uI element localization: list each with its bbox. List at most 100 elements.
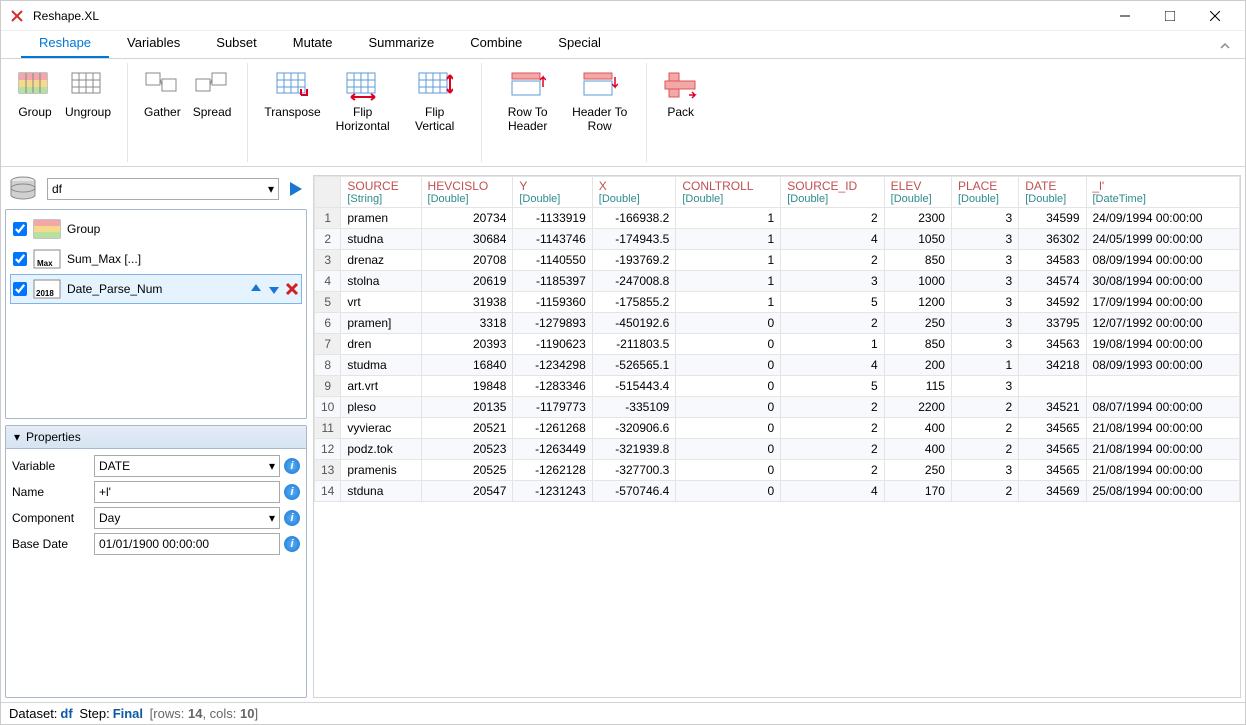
cell[interactable]: 34583: [1019, 250, 1086, 271]
cell[interactable]: -247008.8: [592, 271, 676, 292]
cell[interactable]: 0: [676, 355, 781, 376]
cell[interactable]: 24/05/1999 00:00:00: [1086, 229, 1240, 250]
rowtoheader-button[interactable]: Row To Header: [492, 63, 564, 162]
column-header[interactable]: SOURCE_ID[Double]: [781, 177, 884, 208]
cell[interactable]: -526565.1: [592, 355, 676, 376]
cell[interactable]: -1133919: [513, 208, 592, 229]
cell[interactable]: 2: [781, 439, 884, 460]
cell[interactable]: 20523: [421, 439, 513, 460]
cell[interactable]: 08/09/1993 00:00:00: [1086, 355, 1240, 376]
column-header[interactable]: HEVCISLO[Double]: [421, 177, 513, 208]
cell[interactable]: 2: [781, 397, 884, 418]
cell[interactable]: 3: [951, 460, 1018, 481]
cell[interactable]: 24/09/1994 00:00:00: [1086, 208, 1240, 229]
cell[interactable]: 20393: [421, 334, 513, 355]
prop-name-input[interactable]: +l': [94, 481, 280, 503]
cell[interactable]: 20135: [421, 397, 513, 418]
tab-reshape[interactable]: Reshape: [21, 29, 109, 58]
cell[interactable]: pramen]: [341, 313, 421, 334]
move-up-icon[interactable]: [249, 282, 263, 296]
cell[interactable]: 0: [676, 334, 781, 355]
cell[interactable]: 34569: [1019, 481, 1086, 502]
cell[interactable]: 3: [781, 271, 884, 292]
cell[interactable]: 0: [676, 313, 781, 334]
cell[interactable]: 0: [676, 460, 781, 481]
cell[interactable]: 0: [676, 439, 781, 460]
spread-button[interactable]: Spread: [187, 63, 238, 162]
cell[interactable]: [1086, 376, 1240, 397]
column-header[interactable]: X[Double]: [592, 177, 676, 208]
cell[interactable]: -321939.8: [592, 439, 676, 460]
prop-variable-select[interactable]: DATE▾: [94, 455, 280, 477]
step-checkbox[interactable]: [13, 222, 27, 236]
column-header[interactable]: Y[Double]: [513, 177, 592, 208]
cell[interactable]: 21/08/1994 00:00:00: [1086, 418, 1240, 439]
tab-summarize[interactable]: Summarize: [351, 29, 453, 58]
cell[interactable]: studma: [341, 355, 421, 376]
info-icon[interactable]: i: [284, 536, 300, 552]
tab-special[interactable]: Special: [540, 29, 619, 58]
cell[interactable]: 2: [781, 208, 884, 229]
cell[interactable]: 1: [781, 334, 884, 355]
cell[interactable]: 20619: [421, 271, 513, 292]
column-header[interactable]: PLACE[Double]: [951, 177, 1018, 208]
cell[interactable]: -193769.2: [592, 250, 676, 271]
cell[interactable]: 1: [676, 271, 781, 292]
cell[interactable]: 250: [884, 313, 951, 334]
cell[interactable]: 33795: [1019, 313, 1086, 334]
cell[interactable]: 4: [781, 229, 884, 250]
cell[interactable]: 0: [676, 376, 781, 397]
table-row[interactable]: 14stduna20547-1231243-570746.40417023456…: [315, 481, 1240, 502]
cell[interactable]: 17/09/1994 00:00:00: [1086, 292, 1240, 313]
cell[interactable]: 400: [884, 439, 951, 460]
cell[interactable]: 34592: [1019, 292, 1086, 313]
cell[interactable]: 2: [781, 313, 884, 334]
step-checkbox[interactable]: [13, 252, 27, 266]
cell[interactable]: -320906.6: [592, 418, 676, 439]
table-row[interactable]: 13pramenis20525-1262128-327700.302250334…: [315, 460, 1240, 481]
table-row[interactable]: 6pramen]3318-1279893-450192.602250333795…: [315, 313, 1240, 334]
fliph-button[interactable]: Flip Horizontal: [327, 63, 399, 162]
cell[interactable]: -1140550: [513, 250, 592, 271]
cell[interactable]: 3: [951, 334, 1018, 355]
cell[interactable]: 2200: [884, 397, 951, 418]
properties-header[interactable]: ▾ Properties: [6, 426, 306, 449]
cell[interactable]: vyvierac: [341, 418, 421, 439]
cell[interactable]: 1: [676, 229, 781, 250]
cell[interactable]: 20734: [421, 208, 513, 229]
table-row[interactable]: 10pleso20135-1179773-3351090222002345210…: [315, 397, 1240, 418]
cell[interactable]: 20521: [421, 418, 513, 439]
cell[interactable]: studna: [341, 229, 421, 250]
headertorow-button[interactable]: Header To Row: [564, 63, 636, 162]
cell[interactable]: 34565: [1019, 439, 1086, 460]
cell[interactable]: 2: [951, 418, 1018, 439]
cell[interactable]: -515443.4: [592, 376, 676, 397]
cell[interactable]: 2: [951, 481, 1018, 502]
cell[interactable]: drenaz: [341, 250, 421, 271]
cell[interactable]: -335109: [592, 397, 676, 418]
cell[interactable]: 0: [676, 418, 781, 439]
cell[interactable]: 4: [781, 481, 884, 502]
table-row[interactable]: 3drenaz20708-1140550-193769.212850334583…: [315, 250, 1240, 271]
info-icon[interactable]: i: [284, 458, 300, 474]
table-row[interactable]: 5vrt31938-1159360-175855.215120033459217…: [315, 292, 1240, 313]
column-header[interactable]: _l'[DateTime]: [1086, 177, 1240, 208]
step-checkbox[interactable]: [13, 282, 27, 296]
cell[interactable]: 3: [951, 229, 1018, 250]
group-button[interactable]: Group: [11, 63, 59, 162]
transpose-button[interactable]: Transpose: [258, 63, 326, 162]
cell[interactable]: -1185397: [513, 271, 592, 292]
cell[interactable]: 2: [781, 250, 884, 271]
cell[interactable]: 20547: [421, 481, 513, 502]
gather-button[interactable]: Gather: [138, 63, 187, 162]
cell[interactable]: -175855.2: [592, 292, 676, 313]
cell[interactable]: 08/09/1994 00:00:00: [1086, 250, 1240, 271]
cell[interactable]: 0: [676, 397, 781, 418]
cell[interactable]: 34563: [1019, 334, 1086, 355]
info-icon[interactable]: i: [284, 510, 300, 526]
run-button[interactable]: [285, 178, 307, 200]
cell[interactable]: 850: [884, 250, 951, 271]
tab-subset[interactable]: Subset: [198, 29, 274, 58]
step-item[interactable]: MaxSum_Max [...]: [10, 244, 302, 274]
table-row[interactable]: 1pramen20734-1133919-166938.212230033459…: [315, 208, 1240, 229]
